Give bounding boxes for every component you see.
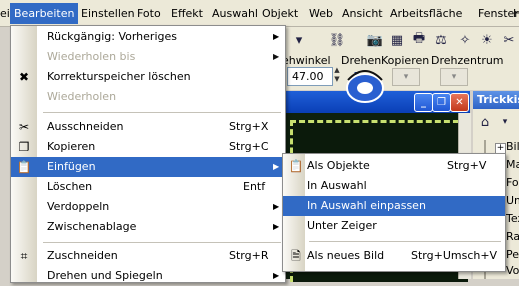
paste-objects-icon: 📋 [288, 159, 304, 173]
submenu-item-fit-selection[interactable]: In Auswahl einpassen [283, 196, 505, 216]
menu-item-repeat[interactable]: Wiederholen [11, 87, 285, 107]
dropdown-arrow-icon[interactable]: ▾ [290, 31, 308, 49]
rotation-center-label: Drehzentrum [431, 54, 504, 67]
submenu-item-into-selection[interactable]: In Auswahl [283, 176, 505, 196]
menu-item-delete[interactable]: Löschen Entf [11, 177, 285, 197]
palette-row[interactable]: Fo [506, 176, 519, 189]
submenu-item-as-objects[interactable]: 📋 Als Objekte Strg+V [283, 156, 505, 176]
delete-history-icon: ✖ [18, 70, 30, 84]
menu-arbeitsflaeche[interactable]: Arbeitsfläche [390, 6, 462, 22]
menu-item-rotate-flip[interactable]: Drehen und Spiegeln ▶ [11, 266, 285, 286]
home-icon[interactable]: ⌂ [476, 113, 494, 131]
palette-row[interactable]: Um [506, 194, 519, 207]
menubar: ei Bearbeiten Einstellen Foto Effekt Aus… [0, 0, 519, 27]
copy-dropdown[interactable]: ▾ [392, 68, 420, 86]
copy-icon: ❐ [18, 140, 30, 154]
submenu-arrow-icon: ▶ [273, 202, 280, 211]
menu-separator [309, 241, 501, 242]
scissors-icon: ✂ [18, 120, 30, 134]
palette-row[interactable]: Pe [506, 248, 519, 261]
crop-icon: ⌗ [20, 249, 28, 263]
palette-row[interactable]: Ma [506, 158, 519, 171]
palette-row[interactable]: Vo [506, 264, 519, 277]
restore-button[interactable]: ❐ [432, 93, 451, 112]
submenu-arrow-icon: ▶ [273, 271, 280, 280]
rotation-angle-input[interactable]: 47.00 [287, 67, 333, 86]
palette-row[interactable]: Tex [506, 212, 519, 225]
palette-toolbar: ⌂ ▾ [476, 112, 518, 132]
center-dropdown[interactable]: ▾ [440, 68, 468, 86]
menu-item-undo[interactable]: Rückgängig: Vorheriges ▶ [11, 27, 285, 47]
menu-item-clear-history[interactable]: ✖ Korrekturspeicher löschen [11, 67, 285, 87]
menu-item-copy[interactable]: ❐ Kopieren Strg+C [11, 137, 285, 157]
menu-bearbeiten[interactable]: Bearbeiten [10, 3, 79, 24]
menu-ansicht[interactable]: Ansicht [342, 6, 383, 22]
menu-item-duplicate[interactable]: Verdoppeln ▶ [11, 197, 285, 217]
menu-item-redo-to[interactable]: Wiederholen bis ▶ [11, 47, 285, 67]
new-image-icon: 🗎 [291, 249, 301, 263]
menu-item-crop[interactable]: ⌗ Zuschneiden Strg+R [11, 246, 285, 266]
menu-item-cut[interactable]: ✂ Ausschneiden Strg+X [11, 117, 285, 137]
balance-icon[interactable]: ⚖ [432, 31, 450, 49]
wand-icon[interactable]: ✧ [456, 31, 474, 49]
paste-submenu: 📋 Als Objekte Strg+V In Auswahl In Auswa… [282, 153, 506, 272]
sun-icon[interactable]: ☀ [478, 31, 496, 49]
submenu-arrow-icon: ▶ [273, 32, 280, 41]
menu-objekt[interactable]: Objekt [262, 6, 298, 22]
close-button[interactable]: ✕ [450, 93, 469, 112]
submenu-item-as-new-image[interactable]: 🗎 Als neues Bild Strg+Umsch+V [283, 246, 505, 266]
submenu-arrow-icon: ▶ [273, 222, 280, 231]
minimize-button[interactable]: _ [414, 93, 433, 112]
menu-foto[interactable]: Foto [137, 6, 161, 22]
palette-row[interactable]: Bild [506, 140, 519, 153]
menu-item-clipboard[interactable]: Zwischenablage ▶ [11, 217, 285, 237]
rotate-gizmo-icon [340, 58, 390, 113]
menu-partial-right[interactable]: H [513, 6, 519, 22]
camera-icon[interactable]: 📷 [366, 31, 384, 49]
menu-einstellen[interactable]: Einstellen [81, 6, 135, 22]
submenu-item-under-pointer[interactable]: Unter Zeiger [283, 216, 505, 236]
rotate-angle-label: ehwinkel [282, 54, 331, 67]
printer-icon[interactable]: 🖶 [410, 31, 428, 49]
chevron-down-icon[interactable]: ▾ [496, 113, 514, 131]
menu-partial-left[interactable]: ei [0, 6, 10, 22]
menu-separator [43, 112, 281, 113]
scissors-tool-icon[interactable]: ✂ [500, 31, 518, 49]
paste-icon: 📋 [16, 160, 32, 174]
submenu-arrow-icon: ▶ [273, 162, 280, 171]
grid-icon[interactable]: ▦ [388, 31, 406, 49]
edit-menu: Rückgängig: Vorheriges ▶ Wiederholen bis… [10, 25, 286, 283]
menu-auswahl[interactable]: Auswahl [212, 6, 258, 22]
menu-item-paste[interactable]: 📋 Einfügen ▶ [11, 157, 285, 177]
menu-effekt[interactable]: Effekt [171, 6, 203, 22]
menu-separator [43, 242, 281, 243]
submenu-arrow-icon: ▶ [273, 52, 280, 61]
link-icon[interactable]: ⛓ [328, 31, 346, 49]
menu-web[interactable]: Web [309, 6, 333, 22]
palette-row[interactable]: Rah [506, 230, 519, 243]
palette-title: Trickkist [473, 91, 519, 109]
